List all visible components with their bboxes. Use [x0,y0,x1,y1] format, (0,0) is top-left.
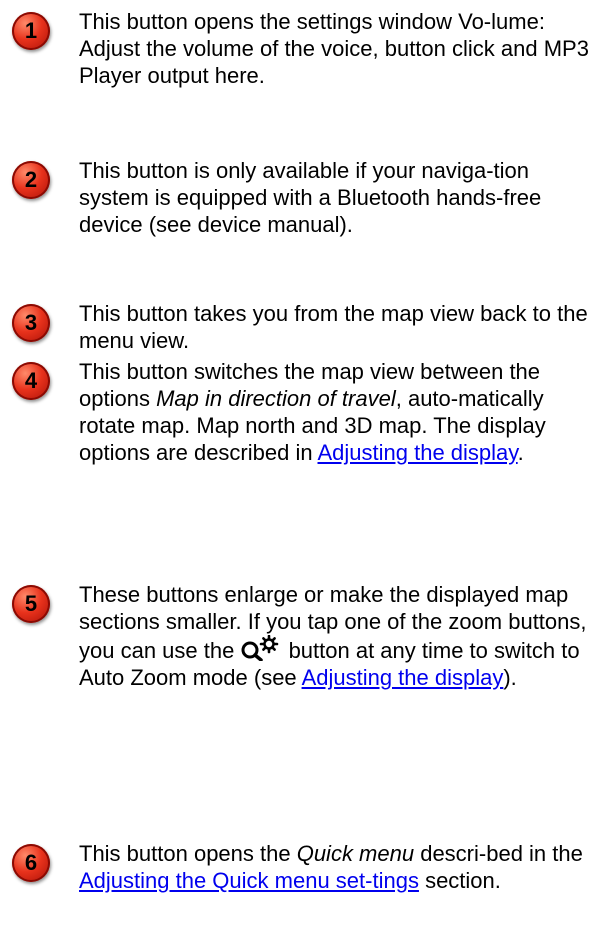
number-badge: 2 [12,161,50,199]
number-badge: 6 [12,844,50,882]
italic-option: Map in direction of travel [156,386,396,411]
quick-menu-settings-link[interactable]: Adjusting the Quick menu set-tings [79,868,419,893]
item-text: This button opens the settings window Vo… [79,9,589,88]
number-badge: 3 [12,304,50,342]
item-text: This button takes you from the map view … [79,301,588,353]
adjusting-display-link[interactable]: Adjusting the display [318,440,518,465]
item-text: This button is only available if your na… [79,158,542,237]
number-badge: 4 [12,362,50,400]
auto-zoom-icon [241,635,279,661]
item-text: This button switches the map view betwee… [79,359,546,465]
item-text: This button opens the Quick menu descri-… [79,841,583,893]
italic-quick-menu: Quick menu [296,841,415,866]
number-badge: 5 [12,585,50,623]
adjusting-display-link[interactable]: Adjusting the display [302,665,504,690]
number-badge: 1 [12,12,50,50]
item-text: These buttons enlarge or make the displa… [79,582,587,690]
